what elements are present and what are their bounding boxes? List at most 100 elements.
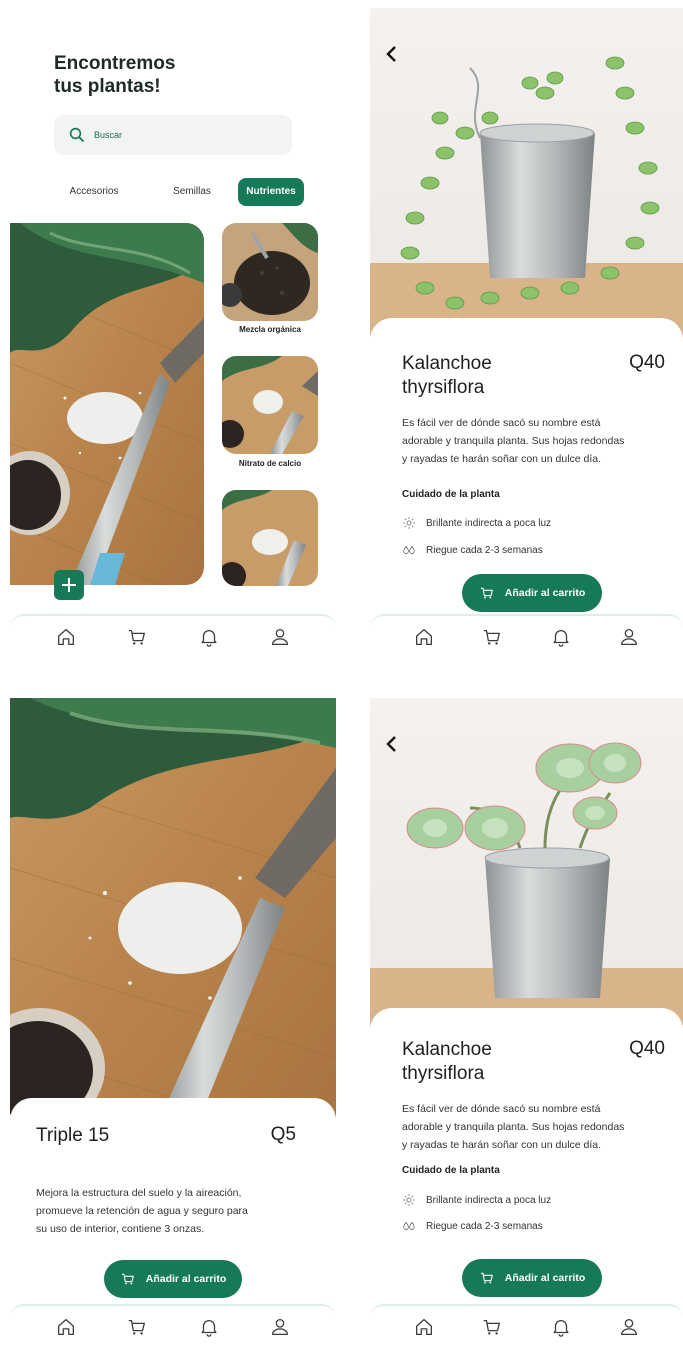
tab-profile[interactable] [268,625,292,649]
user-icon [620,629,637,645]
home-icon [416,629,433,645]
description-line: promueve la retención de agua y seguro p… [36,1205,248,1217]
care-light-text: Brillante indirecta a poca luz [426,517,552,529]
product-name-line-2: thyrsiflora [402,1063,485,1084]
tab-cart[interactable] [125,625,149,649]
product-price: Q40 [629,352,665,373]
product-description: Mejora la estructura del suelo y la aire… [36,1184,248,1238]
home-icon [416,1319,433,1335]
cart-icon [121,1273,134,1286]
cart-icon [128,1319,146,1336]
back-icon[interactable] [384,734,400,754]
back-icon[interactable] [384,44,400,64]
search-input[interactable]: Buscar [54,115,292,155]
description-line: su uso de interior, contiene 3 onzas. [36,1223,205,1235]
tab-cart[interactable] [480,625,504,649]
product-image [222,356,318,454]
product-name: Kalanchoe thyrsiflora [402,352,492,400]
bell-icon [201,629,217,647]
product-photo [370,8,683,338]
tab-home[interactable] [412,625,436,649]
home-icon [57,629,74,645]
product-description: Es fácil ver de dónde sacó su nombre est… [402,1100,624,1154]
tab-notifications[interactable] [197,625,221,649]
product-name-line-1: Kalanchoe [402,353,492,374]
add-to-cart-label: Añadir al carrito [504,587,586,599]
featured-product-image [10,223,204,585]
tab-cart[interactable] [480,1315,504,1339]
search-icon [69,127,84,142]
sun-icon [402,1193,416,1207]
product-photo [10,698,336,1118]
title-line-2: tus plantas! [54,76,161,97]
tab-home[interactable] [54,625,78,649]
add-to-cart-button[interactable]: Añadir al carrito [462,1259,602,1297]
home-icon [57,1319,74,1335]
water-drops-icon [403,1222,415,1230]
care-light-text: Brillante indirecta a poca luz [426,1194,552,1206]
product-name: Kalanchoe thyrsiflora [402,1038,492,1086]
tab-profile[interactable] [268,1315,292,1339]
user-icon [272,629,289,645]
tab-notifications[interactable] [549,1315,573,1339]
add-to-cart-button[interactable]: Añadir al carrito [462,574,602,612]
title-line-1: Encontremos [54,53,176,74]
tab-bar [10,1304,336,1348]
description-line: Mejora la estructura del suelo y la aire… [36,1187,242,1199]
add-to-cart-button[interactable]: Añadir al carrito [104,1260,242,1298]
description-line: y rayadas te harán soñar con un dulce dí… [402,1139,602,1151]
tab-bar [10,614,336,658]
tab-semillas[interactable]: Semillas [152,178,232,206]
product-price: Q5 [270,1124,296,1145]
plus-icon [62,578,76,592]
water-drops-icon [403,546,415,554]
tab-notifications[interactable] [549,625,573,649]
product-detail-screen: Kalanchoe thyrsiflora Q40 Es fácil ver d… [370,8,683,658]
cart-icon [480,1272,493,1285]
tab-bar [370,614,683,658]
product-detail-screen: Triple 15 Q5 Mejora la estructura del su… [10,698,336,1348]
detail-sheet: Kalanchoe thyrsiflora Q40 Es fácil ver d… [370,1008,683,1348]
product-photo [370,698,683,1028]
product-description: Es fácil ver de dónde sacó su nombre est… [402,414,624,468]
page-title: Encontremos tus plantas! [54,52,175,98]
care-title: Cuidado de la planta [402,489,500,500]
tab-cart[interactable] [125,1315,149,1339]
tab-profile[interactable] [617,1315,641,1339]
care-water-text: Riegue cada 2-3 semanas [426,544,543,556]
bell-icon [553,629,569,647]
tab-home[interactable] [412,1315,436,1339]
care-title: Cuidado de la planta [402,1165,500,1176]
tab-accesorios[interactable]: Accesorios [54,178,134,206]
user-icon [272,1319,289,1335]
description-line: adorable y tranquila planta. Sus hojas r… [402,435,625,447]
tab-bar [370,1304,683,1348]
tab-notifications[interactable] [197,1315,221,1339]
product-label: Mezcla orgánica [239,325,301,334]
cart-icon [483,629,501,646]
cart-icon [483,1319,501,1336]
home-screen: Encontremos tus plantas! Buscar Accesori… [10,8,336,658]
tab-profile[interactable] [617,625,641,649]
product-image [222,223,318,321]
add-to-cart-label: Añadir al carrito [504,1272,586,1284]
care-light-row: Brillante indirecta a poca luz [402,1193,551,1207]
care-light-row: Brillante indirecta a poca luz [402,516,551,530]
product-card-triple[interactable] [222,490,318,586]
tab-nutrientes[interactable]: Nutrientes [238,178,304,206]
description-line: adorable y tranquila planta. Sus hojas r… [402,1121,625,1133]
add-button[interactable] [54,570,84,600]
featured-product-card[interactable] [10,223,204,585]
product-name-line-2: thyrsiflora [402,377,485,398]
product-card-mezcla[interactable] [222,223,318,321]
tab-home[interactable] [54,1315,78,1339]
user-icon [620,1319,637,1335]
product-name-line-1: Kalanchoe [402,1039,492,1060]
care-water-text: Riegue cada 2-3 semanas [426,1220,543,1232]
sun-icon [402,516,416,530]
care-water-row: Riegue cada 2-3 semanas [402,1219,543,1233]
detail-sheet: Kalanchoe thyrsiflora Q40 Es fácil ver d… [370,318,683,658]
product-card-nitrato[interactable] [222,356,318,454]
description-line: Es fácil ver de dónde sacó su nombre est… [402,417,601,429]
description-line: Es fácil ver de dónde sacó su nombre est… [402,1103,601,1115]
